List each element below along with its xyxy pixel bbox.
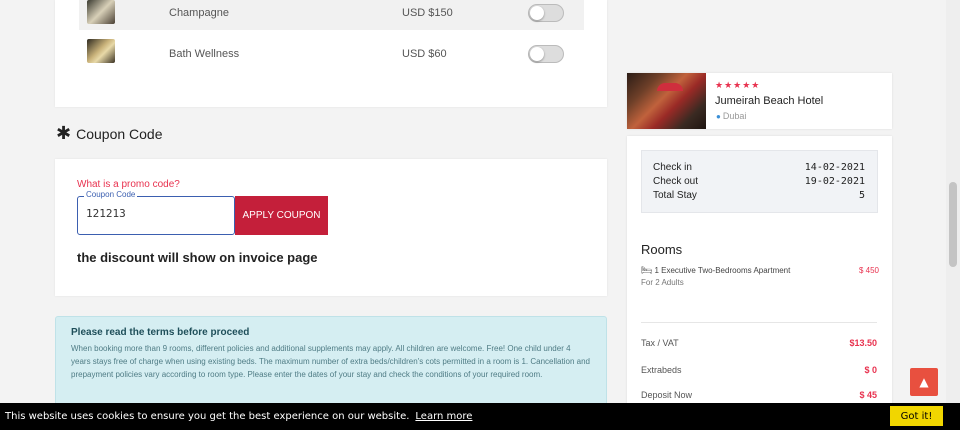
cookie-message: This website uses cookies to ensure you … — [5, 411, 410, 422]
room-name: 1 Executive Two-Bedrooms Apartment — [654, 266, 791, 275]
extra-name: Champagne — [169, 7, 229, 19]
checkin-label: Check in — [653, 162, 692, 173]
fee-value: $ 0 — [864, 365, 877, 375]
checkout-value: 19-02-2021 — [804, 176, 865, 187]
fee-value: $ 45 — [859, 390, 877, 400]
coupon-field-label: Coupon Code — [84, 190, 138, 199]
extra-price: USD $150 — [402, 7, 453, 19]
hotel-location: ● Dubai — [716, 111, 746, 121]
apply-coupon-button[interactable]: APPLY COUPON — [235, 196, 328, 235]
hotel-name: Jumeirah Beach Hotel — [715, 95, 824, 107]
cookie-bar: This website uses cookies to ensure you … — [0, 403, 960, 430]
scrollbar-thumb[interactable] — [949, 182, 957, 267]
extra-toggle-bath-wellness[interactable] — [528, 45, 564, 63]
location-pin-icon: ● — [716, 112, 721, 121]
extra-name: Bath Wellness — [169, 48, 240, 60]
fee-label: Tax / VAT — [641, 338, 679, 348]
coupon-card: What is a promo code? Coupon Code APPLY … — [55, 159, 607, 296]
bath-wellness-thumbnail — [87, 39, 115, 63]
fee-row-extrabeds: Extrabeds $ 0 — [641, 365, 877, 375]
champagne-thumbnail — [87, 0, 115, 24]
toggle-knob — [530, 47, 544, 61]
coupon-input[interactable] — [86, 207, 226, 220]
fee-label: Extrabeds — [641, 365, 682, 375]
hotel-card: ★★★★★ Jumeirah Beach Hotel ● Dubai — [627, 73, 892, 129]
coupon-field: Coupon Code — [77, 190, 235, 235]
extras-card: Champagne USD $150 Bath Wellness USD $60 — [55, 0, 607, 107]
promo-code-link[interactable]: What is a promo code? — [77, 179, 180, 190]
chevron-up-icon: ▲ — [919, 375, 929, 389]
coupon-heading-text: Coupon Code — [76, 126, 163, 142]
toggle-knob — [530, 6, 544, 20]
total-stay-value: 5 — [858, 190, 865, 201]
extra-price: USD $60 — [402, 48, 447, 60]
stay-details: Check in 14-02-2021 Check out 19-02-2021… — [641, 150, 878, 213]
fee-row-deposit: Deposit Now $ 45 — [641, 390, 877, 400]
summary-divider — [641, 322, 877, 323]
rooms-heading: Rooms — [641, 242, 683, 257]
bed-icon: 🛏 — [641, 266, 653, 276]
hotel-image — [627, 73, 706, 129]
terms-title: Please read the terms before proceed — [71, 327, 250, 338]
learn-more-link[interactable]: Learn more — [415, 411, 472, 422]
back-to-top-button[interactable]: ▲ — [910, 368, 938, 396]
fee-label: Deposit Now — [641, 390, 693, 400]
room-line: 🛏 1 Executive Two-Bedrooms Apartment $ 45… — [641, 266, 879, 276]
coupon-heading: ✱ Coupon Code — [56, 123, 163, 144]
booking-summary: Check in 14-02-2021 Check out 19-02-2021… — [627, 136, 892, 406]
checkin-value: 14-02-2021 — [804, 162, 865, 173]
total-stay-row: Total Stay 5 — [653, 190, 865, 201]
room-price: $ 450 — [858, 266, 879, 275]
checkout-row: Check out 19-02-2021 — [653, 176, 865, 187]
checkin-row: Check in 14-02-2021 — [653, 162, 865, 173]
extra-row-champagne: Champagne USD $150 — [79, 0, 584, 30]
umbrella-shape — [657, 83, 683, 91]
fee-value: $13.50 — [849, 338, 877, 348]
extra-toggle-champagne[interactable] — [528, 4, 564, 22]
total-stay-label: Total Stay — [653, 190, 697, 201]
terms-box: Please read the terms before proceed Whe… — [55, 316, 607, 416]
cookie-accept-button[interactable]: Got it! — [890, 406, 943, 426]
extra-row-bath-wellness: Bath Wellness USD $60 — [79, 37, 584, 71]
asterisk-icon: ✱ — [56, 123, 72, 144]
fee-row-tax: Tax / VAT $13.50 — [641, 338, 877, 348]
terms-text: When booking more than 9 rooms, differen… — [71, 344, 590, 379]
hotel-location-text: Dubai — [722, 111, 747, 121]
checkout-label: Check out — [653, 176, 699, 187]
room-occupancy: For 2 Adults — [641, 278, 684, 287]
star-rating: ★★★★★ — [715, 81, 761, 91]
discount-note: the discount will show on invoice page — [77, 250, 318, 265]
